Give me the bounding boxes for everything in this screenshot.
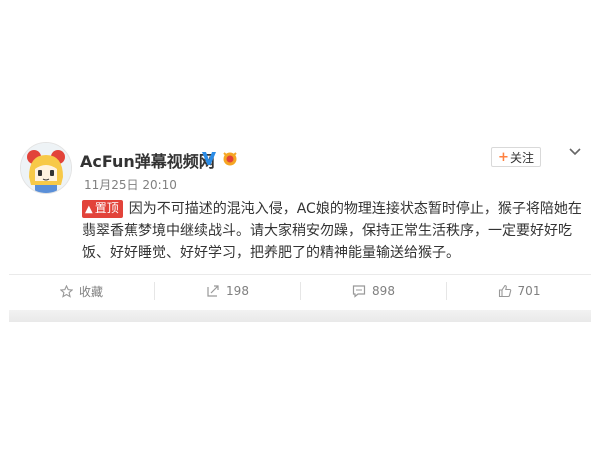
repost-icon: [207, 285, 219, 297]
repost-count: 198: [226, 284, 249, 298]
like-button[interactable]: 701: [447, 276, 591, 306]
acfun-mascot-avatar: [21, 143, 71, 193]
action-bar-divider: [9, 274, 591, 275]
post-timestamp[interactable]: 11月25日 20:10: [84, 176, 177, 193]
favorite-button[interactable]: 收藏: [9, 276, 154, 306]
pin-badge: ▲ 置顶: [82, 200, 123, 218]
like-count: 701: [517, 284, 541, 298]
follow-button[interactable]: + 关注: [491, 147, 541, 167]
vip-icon[interactable]: [221, 150, 239, 166]
favorite-label: 收藏: [78, 284, 103, 299]
chevron-down-icon[interactable]: [567, 146, 583, 158]
username-link[interactable]: AcFun弹幕视频网: [80, 148, 215, 172]
comment-count: 898: [372, 284, 395, 298]
star-icon: [59, 284, 73, 298]
plus-icon: +: [498, 149, 509, 165]
card-footer-band: [9, 310, 591, 322]
comment-icon: [352, 285, 366, 298]
comment-button[interactable]: 898: [301, 276, 446, 306]
pin-label: 置顶: [94, 201, 119, 215]
post-text: 因为不可描述的混沌入侵，AC娘的物理连接状态暂时停止，猴子将陪她在翡翠香蕉梦境中…: [82, 201, 582, 261]
follow-label: 关注: [509, 150, 534, 165]
verified-icon: [202, 152, 216, 165]
post-content: ▲ 置顶 因为不可描述的混沌入侵，AC娘的物理连接状态暂时停止，猴子将陪她在翡翠香蕉…: [82, 198, 590, 264]
pin-icon: ▲: [85, 204, 93, 215]
thumbs-up-icon: [498, 284, 511, 298]
avatar[interactable]: [20, 142, 72, 194]
repost-button[interactable]: 198: [155, 276, 300, 306]
